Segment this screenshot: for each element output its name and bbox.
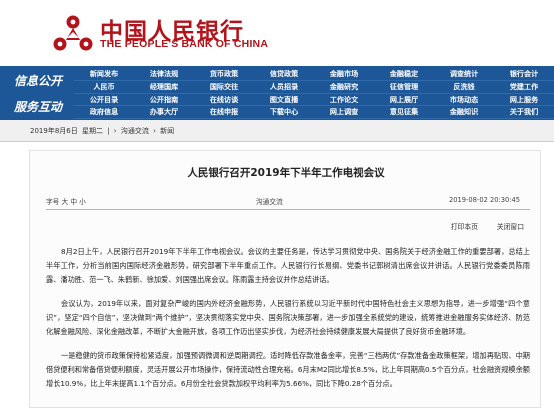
nav-item[interactable]: 政府信息 [74, 106, 134, 119]
nav-item[interactable]: 调查统计 [434, 68, 494, 81]
breadcrumb-link-communication[interactable]: 沟通交流 [121, 127, 149, 135]
article-body: 8月2日上午，人民银行召开2019年下半年工作电视会议。会议的主要任务是，传达学… [46, 245, 530, 401]
nav-item[interactable]: 图文直播 [254, 94, 314, 107]
nav-item[interactable]: 工作论文 [314, 94, 374, 107]
breadcrumb-arrow-icon: › [113, 127, 117, 135]
nav-item[interactable]: 国际交往 [194, 81, 254, 94]
nav-section-service: 服务互动 [14, 100, 63, 114]
brand-name-en: THE PEOPLE'S BANK OF CHINA [100, 38, 269, 50]
article-panel: 人民银行召开2019年下半年工作电视会议 字号 大 中 小 沟通交流 2019-… [29, 150, 541, 408]
breadcrumb-date: 2019年8月6日 [30, 127, 78, 135]
nav-item[interactable]: 银行会计 [494, 68, 554, 81]
close-window-link[interactable]: 关闭窗口 [497, 221, 524, 231]
pboc-logo-icon[interactable] [52, 14, 94, 54]
nav-item[interactable]: 公开指南 [134, 94, 194, 107]
breadcrumb-arrow-icon: › [153, 127, 156, 135]
nav-item[interactable]: 网上服务 [494, 94, 554, 107]
nav-section-info: 信息公开 [14, 74, 63, 88]
article-title: 人民银行召开2019年下半年工作电视会议 [187, 167, 385, 179]
nav-item[interactable]: 办事大厅 [134, 106, 194, 119]
nav-item[interactable]: 公开目录 [74, 94, 134, 107]
nav-item[interactable]: 新闻发布 [74, 68, 134, 81]
nav-item[interactable]: 金融研究 [314, 81, 374, 94]
nav-item[interactable]: 货币政策 [194, 68, 254, 81]
breadcrumb: 2019年8月6日 星期二 | › 沟通交流 › 新闻 [0, 120, 554, 142]
nav-item[interactable]: 在线访谈 [194, 94, 254, 107]
nav-item[interactable]: 人民币 [74, 81, 134, 94]
nav-item[interactable]: 在线申报 [194, 106, 254, 119]
font-size-controls[interactable]: 字号 大 中 小 [46, 196, 86, 206]
nav-item[interactable]: 金融知识 [434, 106, 494, 119]
nav-item[interactable]: 金融稳定 [374, 68, 434, 81]
main-nav: 信息公开 服务互动 新闻发布 法律法规 货币政策 信贷政策 金融市场 金融稳定 调查统计 银行… [0, 66, 554, 120]
nav-item[interactable]: 党建工作 [494, 81, 554, 94]
nav-item[interactable]: 征信管理 [374, 81, 434, 94]
article-paragraph: 一是稳健的货币政策保持松紧适度，加强预调微调和逆周期调控。适时降低存款准备金率，… [46, 351, 530, 388]
breadcrumb-weekday: 星期二 [81, 127, 103, 135]
nav-item[interactable]: 市场动态 [434, 94, 494, 107]
nav-item[interactable]: 金融市场 [314, 68, 374, 81]
article-datetime: 2019-08-02 20:30:45 [448, 196, 520, 204]
nav-grid: 新闻发布 法律法规 货币政策 信贷政策 金融市场 金融稳定 调查统计 银行会计人民币 经理国库国… [74, 68, 554, 119]
article-paragraph: 会议认为，2019年以来，面对复杂严峻的国内外经济金融形势，人民银行系统以习近平… [46, 299, 530, 336]
print-page-link[interactable]: 打印本页 [451, 221, 478, 231]
article-source: 沟通交流 [256, 198, 283, 206]
nav-item[interactable]: 关于我们 [494, 106, 554, 119]
meta-divider [46, 209, 530, 210]
article-meta: 字号 大 中 小 沟通交流 2019-08-02 20:30:45 [46, 196, 530, 208]
article-paragraph: 8月2日上午，人民银行召开2019年下半年工作电视会议。会议的主要任务是，传达学… [46, 247, 530, 284]
nav-item[interactable]: 意见征集 [374, 106, 434, 119]
nav-item[interactable]: 人员招录 [254, 81, 314, 94]
breadcrumb-link-news[interactable]: 新闻 [160, 127, 174, 135]
nav-item[interactable]: 反洗钱 [434, 81, 494, 94]
article-tools: 打印本页 关闭窗口 [46, 221, 530, 233]
nav-item[interactable]: 网上调查 [314, 106, 374, 119]
nav-item[interactable]: 信贷政策 [254, 68, 314, 81]
site-header: 中国人民银行 THE PEOPLE'S BANK OF CHINA [0, 0, 554, 66]
breadcrumb-separator: | [107, 127, 110, 135]
nav-item[interactable]: 下载中心 [254, 106, 314, 119]
nav-item[interactable]: 法律法规 [134, 68, 194, 81]
nav-item[interactable]: 经理国库 [134, 81, 194, 94]
nav-item[interactable]: 网上展厅 [374, 94, 434, 107]
